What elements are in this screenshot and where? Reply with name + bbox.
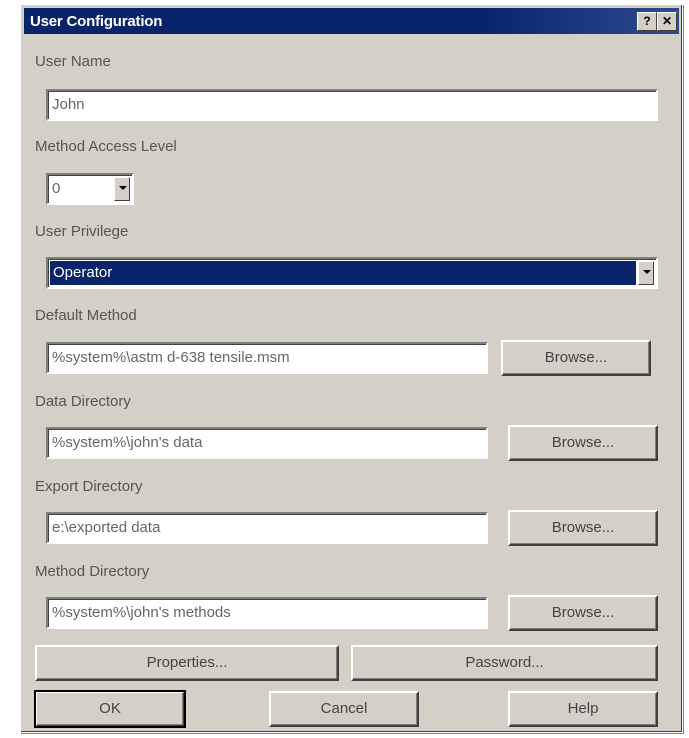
method-directory-browse-button[interactable]: Browse... [508,595,658,631]
user-name-label: User Name [35,53,111,70]
title-bar[interactable]: User Configuration ? ✕ [24,8,679,34]
chevron-down-icon[interactable] [638,261,654,285]
method-directory-label: Method Directory [35,563,150,580]
method-access-level-value: 0 [52,180,61,197]
export-directory-browse-button[interactable]: Browse... [508,510,658,546]
export-directory-label: Export Directory [35,478,143,495]
default-method-input[interactable]: %system%\astm d-638 tensile.msm [46,342,488,374]
export-directory-input[interactable]: e:\exported data [46,512,488,544]
method-access-level-select[interactable]: 0 [46,173,134,205]
data-directory-browse-button[interactable]: Browse... [508,425,658,461]
data-directory-input[interactable]: %system%\john's data [46,427,488,459]
user-configuration-dialog: User Configuration ? ✕ User Name John Me… [20,4,683,733]
user-privilege-select[interactable]: Operator [46,257,658,289]
default-method-browse-button[interactable]: Browse... [501,340,651,376]
data-directory-label: Data Directory [35,393,131,410]
help-button[interactable]: Help [508,691,658,727]
chevron-down-icon[interactable] [114,177,130,201]
cancel-button[interactable]: Cancel [269,691,419,727]
ok-button[interactable]: OK [34,690,186,728]
method-access-level-label: Method Access Level [35,138,177,155]
user-name-input[interactable]: John [46,89,658,121]
password-button[interactable]: Password... [351,645,658,681]
close-icon[interactable]: ✕ [657,12,677,31]
method-directory-input[interactable]: %system%\john's methods [46,597,488,629]
user-privilege-value: Operator [50,261,636,285]
default-method-label: Default Method [35,307,137,324]
user-privilege-label: User Privilege [35,223,129,240]
help-icon[interactable]: ? [637,12,657,31]
properties-button[interactable]: Properties... [35,645,339,681]
window-title: User Configuration [30,13,163,30]
